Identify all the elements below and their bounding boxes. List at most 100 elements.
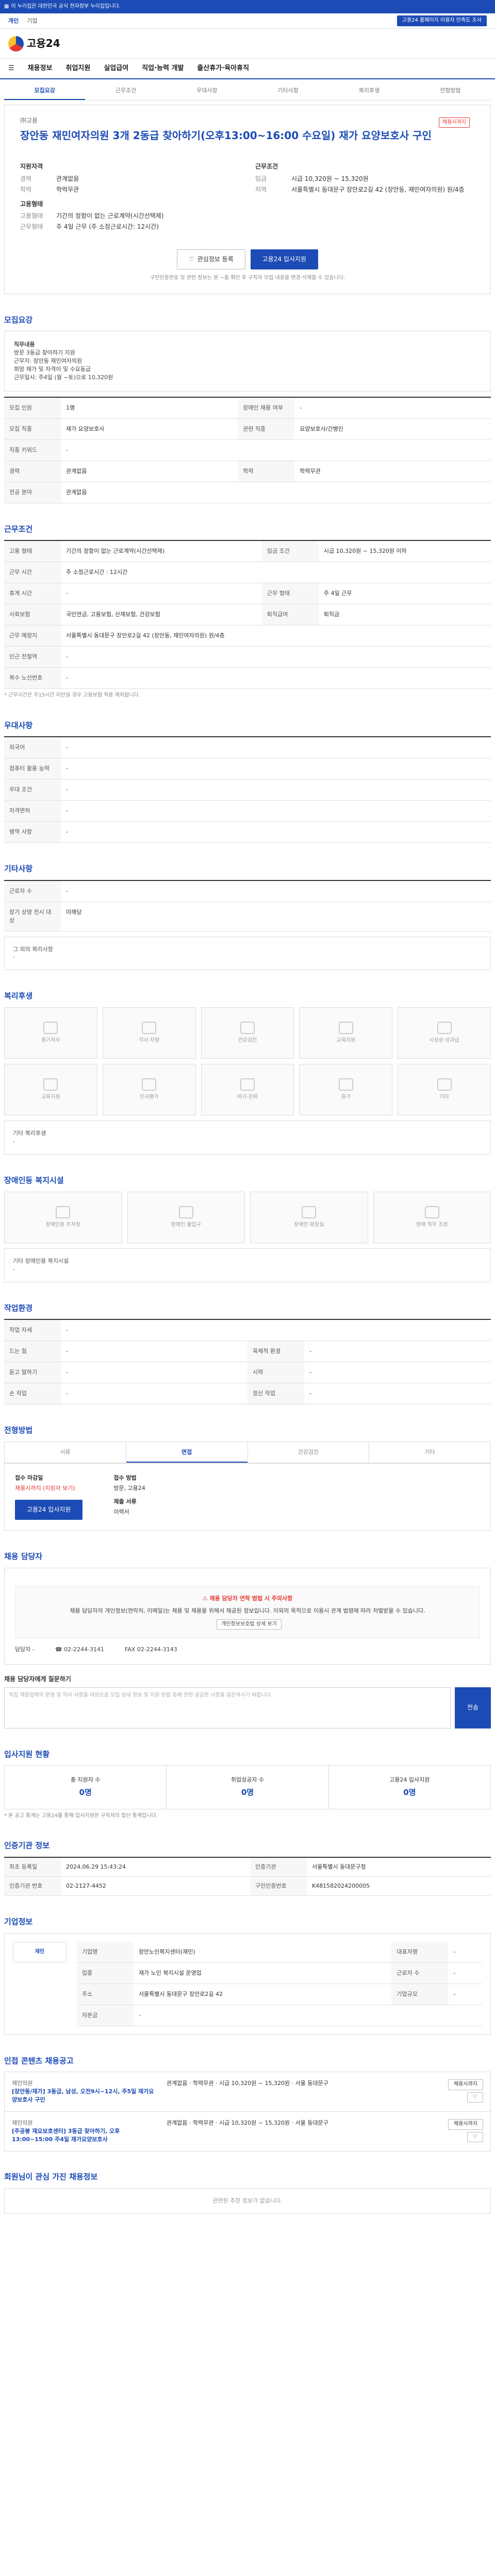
table-row: 모집 인원 1명 장애인 채용 여부 - <box>4 398 491 419</box>
sub-bar: 개인 기업 고용24 홈페이지 이용자 만족도 조사 <box>0 13 495 29</box>
card-label: 장애 직무 조정 <box>416 1222 448 1228</box>
row-label: 듣고 말하기 <box>4 1362 61 1384</box>
docs-value: 이력서 <box>113 1508 129 1515</box>
step-health[interactable]: 건강검진 <box>248 1442 370 1463</box>
accessibility-icon <box>302 1206 317 1218</box>
menu-all[interactable]: ☰ <box>8 64 14 74</box>
top-notice-bar: ▦ 이 누리집은 대한민국 공식 전자정부 누리집입니다. <box>0 0 495 13</box>
welfare-extra-value: - <box>13 1138 15 1145</box>
job-company: 재민의원 <box>12 2080 33 2087</box>
nav-training[interactable]: 직업·능력 개발 <box>142 64 184 74</box>
job-scrap-button[interactable]: ♡ <box>467 2131 483 2143</box>
row-label: 구인인증번호 <box>250 1876 307 1896</box>
tab-personal[interactable]: 개인 <box>8 17 19 25</box>
row-value: 기간의 정함이 없는 근로계약(시간선택제) <box>61 541 262 563</box>
nav-benefit[interactable]: 실업급여 <box>104 64 128 74</box>
job-scrap-button[interactable]: ♡ <box>467 2092 483 2103</box>
tab-welfare[interactable]: 복리후생 <box>328 82 409 100</box>
benefit-icon <box>240 1078 255 1091</box>
disabled-card: 장애 직무 조정 <box>373 1191 491 1243</box>
recruit-heading: 모집요강 <box>4 315 33 325</box>
scrap-button[interactable]: ♡ 관심정보 등록 <box>176 249 245 270</box>
row-label: 장기 상영 전시 대상 <box>4 902 61 931</box>
accessibility-icon <box>56 1206 71 1218</box>
job-link[interactable]: [장안동/재가] 3동급, 남성, 오전9시~12시, 주5일 재가요양보호사 … <box>12 2088 156 2104</box>
contact-box: ⚠ 채용 담당자 연락 범법 시 주의사항 채용 담당자의 개인정보(연락처, … <box>4 1567 491 1665</box>
welfare-card: 건강검진 <box>201 1007 294 1059</box>
site-logo[interactable]: 고용24 <box>8 36 60 52</box>
company-box: 재민 기업명 장안노인복지센터(재민) 대표자명 - 업종 재가 노인 복지시설 운영업 근… <box>4 1933 491 2035</box>
card-label: 장애인 출입구 <box>171 1222 201 1228</box>
card-label: 교육지원 <box>41 1094 60 1100</box>
tab-selection[interactable]: 전형방법 <box>410 82 491 100</box>
recruit-table: 모집 인원 1명 장애인 채용 여부 - 모집 직종 재가 요양보호사 관련 직종 요양보호사… <box>4 398 491 503</box>
etc-heading: 기타사항 <box>4 863 33 873</box>
row-value: 요양보호사/간병인 <box>294 418 491 440</box>
row-label: 근무 예정지 <box>4 625 61 647</box>
tab-etc[interactable]: 기타사항 <box>248 82 328 100</box>
row-value: - <box>61 646 491 668</box>
card-label: 건강검진 <box>238 1037 257 1043</box>
row-value: - <box>61 667 491 689</box>
row-value: - <box>448 1984 482 2005</box>
step-docs[interactable]: 서류 <box>5 1442 126 1463</box>
qna-send-button[interactable]: 전송 <box>455 1687 491 1728</box>
welfare-card: 인사평가 <box>102 1064 196 1116</box>
job-title: 장안동 재민여자의원 3개 2동급 찾아하기(오후13:00~16:00 수요일… <box>20 129 432 142</box>
table-row: 듣고 말하기 - 시력 - <box>4 1362 491 1384</box>
row-label: 장애인 채용 여부 <box>238 398 295 419</box>
stat-value: 0명 <box>403 1788 416 1798</box>
row-value: - <box>61 439 491 461</box>
step-interview[interactable]: 면접 <box>126 1442 248 1463</box>
table-row: 손 작업 - 정신 작업 - <box>4 1383 491 1405</box>
qna-title: 채용 담당자에게 질문하기 <box>4 1675 71 1683</box>
welfare-card: 교육지원 <box>4 1064 97 1116</box>
summary-type-head: 고용형태 <box>20 200 43 208</box>
row-value: 퇴직금 <box>318 604 491 626</box>
step-etc[interactable]: 기타 <box>369 1442 490 1463</box>
row-value: - <box>61 779 491 801</box>
table-row: 모집 직종 재가 요양보호사 관련 직종 요양보호사/간병인 <box>4 418 491 440</box>
job-deadline: 채용시까지 <box>448 2119 483 2130</box>
conditions-footnote: * 근무시간은 주15시간 미만일 경우 고용보험 적용 제외됩니다. <box>4 692 140 698</box>
tab-recruit[interactable]: 모집요강 <box>4 82 86 100</box>
table-row: 자격면허 - <box>4 800 491 822</box>
row-label: 주소 <box>76 1984 134 2005</box>
tab-conditions[interactable]: 근무조건 <box>85 82 166 100</box>
job-link[interactable]: [주공봉 재요보호센터] 3동급 찾아하기, 오후13:00~15:00 주4일… <box>12 2127 156 2144</box>
hamburger-icon: ☰ <box>8 64 14 72</box>
row-label: 모집 직종 <box>4 418 61 440</box>
welfare-heading: 복리후생 <box>4 991 33 1001</box>
table-row: 우대 조건 - <box>4 779 491 801</box>
row-value: 2024.06.29 15:43:24 <box>61 1858 250 1877</box>
company-section: 기업정보 재민 기업명 장안노인복지센터(재민) 대표자명 - 업종 재가 노인 복지시설… <box>4 1917 491 2035</box>
card-label: 여가·문화 <box>237 1094 258 1100</box>
recruit-section: 모집요강 직무내용 방문 3동급 찾아하기 지원 근무지: 장안동 재민여자의원… <box>4 315 491 503</box>
row-value: - <box>133 2005 482 2026</box>
job-actions: 채용시까지 ♡ <box>448 2119 483 2144</box>
privacy-detail-button[interactable]: 개인정보보호법 상세 보기 <box>217 1619 282 1630</box>
row-value: - <box>61 758 491 780</box>
stat-apply: 고용24 입사지원 0명 <box>329 1766 490 1809</box>
nav-jobs[interactable]: 채용정보 <box>28 64 53 74</box>
welfare-extra-label: 기타 복리후생 <box>13 1130 46 1137</box>
row-value: - <box>304 1383 491 1405</box>
row-label: 인증기관 번호 <box>4 1876 61 1896</box>
qna-input[interactable]: 직접 채용업체의 운영 및 의사 사항을 대상으로 모집 상세 정보 및 지원 … <box>4 1687 451 1728</box>
nav-leave[interactable]: 출산휴가·육아휴직 <box>197 64 249 74</box>
tab-prefer[interactable]: 우대사항 <box>167 82 248 100</box>
main-nav: ☰ 채용정보 취업지원 실업급여 직업·능력 개발 출산휴가·육아휴직 <box>0 59 495 79</box>
job-meta: 관계없음 · 학력무관 · 시급 10,320원 ~ 15,320원 · 서울 … <box>167 2120 328 2127</box>
row-label: 관련 직종 <box>238 418 295 440</box>
apply-button-2[interactable]: 고용24 입사지원 <box>15 1499 83 1520</box>
tab-company[interactable]: 기업 <box>27 17 37 25</box>
disabled-extra: 기타 장애인용 복지시설 - <box>4 1248 491 1282</box>
table-row: 근무 시간 주 소정근로시간 : 12시간 <box>4 562 491 584</box>
job-title-cell: 재민의원 [주공봉 재요보호센터] 3동급 찾아하기, 오후13:00~15:00… <box>12 2119 156 2144</box>
kv-value: 기간의 정함이 없는 근로계약(시간선택제) <box>56 212 164 219</box>
apply-button[interactable]: 고용24 입사지원 <box>250 249 319 270</box>
survey-link[interactable]: 고용24 홈페이지 이용자 만족도 조사 <box>397 15 487 26</box>
nav-support[interactable]: 취업지원 <box>66 64 91 74</box>
card-label: 휴가 <box>341 1094 351 1100</box>
notice-note: 구인인증번호 및 관련 정보는 본 ~을 확인 후 구직자 모집 내용을 변경·… <box>150 275 345 281</box>
